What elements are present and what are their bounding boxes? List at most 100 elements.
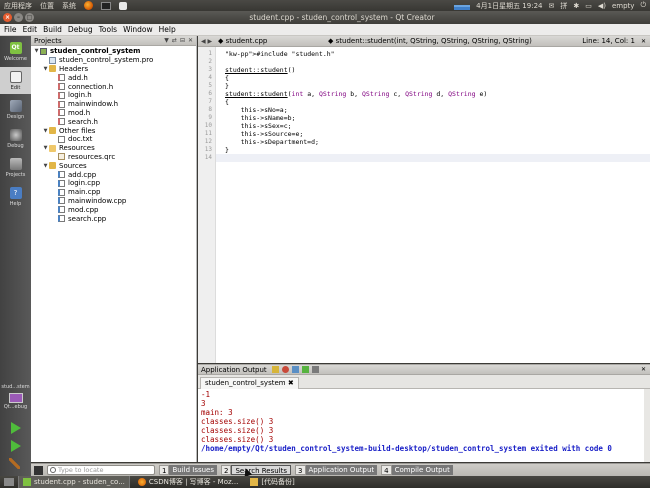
projects-panel-title[interactable]: Projects <box>34 37 62 45</box>
line-number: 6 <box>208 90 212 97</box>
tree-item[interactable]: mod.cpp <box>31 205 196 214</box>
menu-help[interactable]: Help <box>159 25 176 34</box>
expand-arrow-icon[interactable]: ▼ <box>42 145 49 151</box>
tree-item[interactable]: ▼ Headers <box>31 65 196 74</box>
maximize-window-button[interactable]: □ <box>25 13 34 22</box>
document-selector[interactable]: ◆ student.cpp <box>218 37 328 45</box>
build-button[interactable] <box>9 458 22 471</box>
clear-icon[interactable] <box>271 366 279 373</box>
power-icon[interactable]: ⏻ <box>640 1 646 10</box>
output-tab[interactable]: studen_control_system ✖ <box>200 377 299 389</box>
stop-icon[interactable] <box>281 366 289 373</box>
target-selector[interactable]: stud...stem Qt...ebug <box>0 384 31 410</box>
taskbar-item-folder[interactable]: [代码备份] <box>246 476 298 488</box>
menu-tools[interactable]: Tools <box>99 25 117 34</box>
tree-item[interactable]: login.cpp <box>31 179 196 188</box>
expand-arrow-icon[interactable]: ▼ <box>42 128 49 134</box>
debug-run-button[interactable] <box>9 440 22 453</box>
show-desktop-icon[interactable] <box>4 478 14 486</box>
code-editor[interactable]: "kw-pp">#include "student.h" student::stu… <box>216 47 650 363</box>
mode-debug[interactable]: Debug <box>0 125 31 152</box>
user-name[interactable]: empty <box>612 2 634 10</box>
datetime[interactable]: 4月1日星期五 19:24 <box>476 1 542 11</box>
headers-folder-icon <box>49 65 56 73</box>
resources-folder-icon <box>49 144 56 152</box>
tree-item[interactable]: search.h <box>31 117 196 126</box>
search-icon <box>50 467 56 473</box>
run-button[interactable] <box>9 422 22 435</box>
nav-arrows-icon[interactable]: ◀ ▶ <box>198 38 218 45</box>
mode-help[interactable]: ? Help <box>0 183 31 210</box>
tree-item[interactable]: mod.h <box>31 109 196 118</box>
close-tab-icon[interactable]: ✖ <box>288 379 294 387</box>
tree-item[interactable]: ▼ Resources <box>31 144 196 153</box>
mode-projects[interactable]: Projects <box>0 154 31 181</box>
mode-edit[interactable]: Edit <box>0 67 31 94</box>
close-window-button[interactable]: × <box>3 13 12 22</box>
tree-item-label: studen_control_system.pro <box>59 56 154 65</box>
firefox-icon[interactable] <box>84 1 93 10</box>
tree-item[interactable]: connection.h <box>31 82 196 91</box>
battery-icon[interactable]: ▭ <box>585 2 592 10</box>
tree-item[interactable]: studen_control_system.pro <box>31 56 196 65</box>
close-document-icon[interactable]: ✕ <box>641 38 650 45</box>
menu-debug[interactable]: Debug <box>68 25 93 34</box>
system-menu[interactable]: 系统 <box>62 1 76 11</box>
apple-icon[interactable] <box>119 1 127 10</box>
input-method-icon[interactable]: 拼 <box>560 1 567 11</box>
taskbar-item-qtcreator[interactable]: student.cpp - studen_co... <box>18 476 130 488</box>
sync-icon[interactable]: ⇄ <box>172 37 177 44</box>
expand-arrow-icon[interactable]: ▼ <box>42 66 49 72</box>
tree-item[interactable]: doc.txt <box>31 135 196 144</box>
pane-tab-compile-output[interactable]: 4 Compile Output <box>381 465 453 475</box>
pane-tab-search-results[interactable]: 2 Search Results <box>221 465 292 475</box>
toggle-sidebar-icon[interactable] <box>34 465 43 475</box>
mode-welcome[interactable]: Qt Welcome <box>0 38 31 65</box>
taskbar-item-firefox[interactable]: CSDN博客 | 写博客 - Moz... <box>134 476 242 488</box>
mode-design[interactable]: Design <box>0 96 31 123</box>
window-titlebar[interactable]: × – □ student.cpp - studen_control_syste… <box>0 11 650 24</box>
tree-item[interactable]: main.cpp <box>31 188 196 197</box>
tree-item[interactable]: mainwindow.h <box>31 100 196 109</box>
expand-arrow-icon[interactable]: ▼ <box>33 48 40 54</box>
rerun-icon[interactable] <box>301 366 309 373</box>
volume-icon[interactable]: ◀) <box>598 2 606 10</box>
places-menu[interactable]: 位置 <box>40 1 54 11</box>
symbol-selector[interactable]: ◆ student::student(int, QString, QString… <box>328 37 582 45</box>
menu-file[interactable]: File <box>4 25 17 34</box>
pane-tab-application-output[interactable]: 3 Application Output <box>295 465 378 475</box>
minimize-window-button[interactable]: – <box>14 13 23 22</box>
terminal-icon[interactable] <box>101 1 111 10</box>
tree-item[interactable]: add.cpp <box>31 170 196 179</box>
output-text[interactable]: -1 3 main: 3 classes.size() 3 classes.size()… <box>198 389 644 462</box>
tree-item[interactable]: mainwindow.cpp <box>31 197 196 206</box>
tree-item[interactable]: add.h <box>31 73 196 82</box>
close-output-icon[interactable]: ✕ <box>641 366 650 373</box>
mail-icon[interactable]: ✉ <box>548 2 554 10</box>
menu-edit[interactable]: Edit <box>23 25 38 34</box>
applications-menu[interactable]: 应用程序 <box>4 1 32 11</box>
menu-window[interactable]: Window <box>123 25 153 34</box>
tree-item[interactable]: ▼ Sources <box>31 161 196 170</box>
tree-item[interactable]: ▼ Other files <box>31 126 196 135</box>
output-scrollbar[interactable] <box>644 389 650 462</box>
pane-tab-build-issues[interactable]: 1 Build Issues <box>159 465 218 475</box>
minus-icon[interactable] <box>311 366 319 373</box>
expand-arrow-icon[interactable]: ▼ <box>42 163 49 169</box>
attach-icon[interactable] <box>291 366 299 373</box>
line-number: 11 <box>204 130 212 137</box>
tree-item-label: mod.cpp <box>68 205 99 214</box>
locator-input[interactable]: Type to locate <box>47 465 155 475</box>
tree-item[interactable]: search.cpp <box>31 214 196 223</box>
split-icon[interactable]: ⊟ <box>180 37 185 44</box>
output-pane-header: Application Output ✕ <box>198 364 650 375</box>
tree-item[interactable]: login.h <box>31 91 196 100</box>
close-panel-icon[interactable]: ✕ <box>188 37 193 44</box>
tree-item-label: mainwindow.h <box>68 100 119 109</box>
firefox-icon <box>137 478 146 486</box>
bluetooth-icon[interactable]: ✱ <box>573 2 579 10</box>
tree-item[interactable]: ▼ studen_control_system <box>31 47 196 56</box>
filter-icon[interactable]: ▼ <box>164 37 169 44</box>
tree-item[interactable]: resources.qrc <box>31 153 196 162</box>
menu-build[interactable]: Build <box>43 25 62 34</box>
